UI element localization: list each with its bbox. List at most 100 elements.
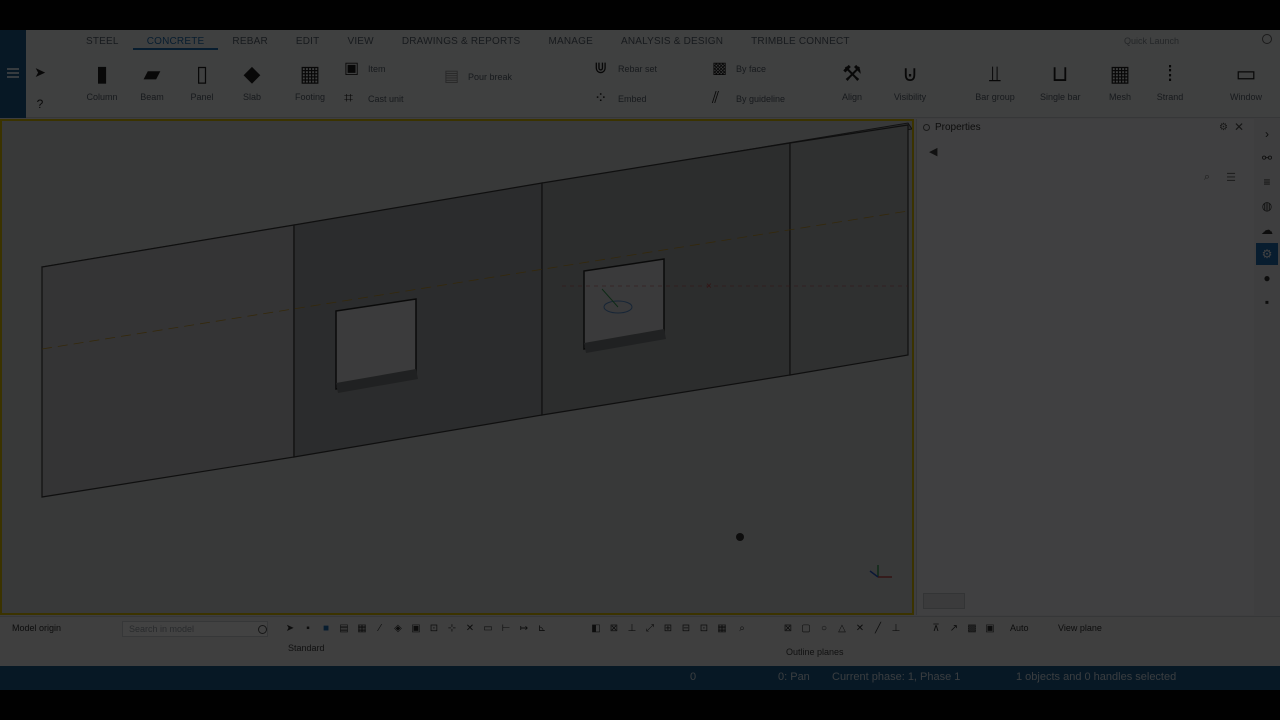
cloud-icon[interactable]: ☁ xyxy=(1256,219,1278,241)
snap-triangle-icon[interactable]: △ xyxy=(836,623,848,635)
pour-break-button[interactable]: ▤ Pour break xyxy=(444,66,564,90)
tab-steel[interactable]: STEEL xyxy=(72,34,133,50)
back-arrow-icon[interactable]: ◀ xyxy=(929,145,937,158)
tab-manage[interactable]: MANAGE xyxy=(534,34,607,50)
snap-pierce-icon[interactable]: ⊡ xyxy=(698,623,710,635)
model-view-svg[interactable]: × xyxy=(2,121,912,613)
longitudinal-button[interactable]: ⁘ Embed xyxy=(594,88,694,112)
select-points-icon[interactable]: ⊹ xyxy=(446,623,458,635)
slab-button[interactable]: ◆ Slab xyxy=(232,58,272,114)
file-menu-button[interactable] xyxy=(0,30,26,118)
snap-rect-icon[interactable]: ▢ xyxy=(800,623,812,635)
by-guideline-button[interactable]: ⫽ By guideline xyxy=(712,88,812,112)
select-objects-icon[interactable]: ■ xyxy=(320,623,332,635)
search-icon[interactable]: ⌕ xyxy=(1204,171,1210,184)
snap-ref-icon[interactable]: ◧ xyxy=(590,623,602,635)
snap-square-icon[interactable]: ⊠ xyxy=(782,623,794,635)
select-pointer-button[interactable]: ➤ xyxy=(30,56,50,80)
snap-lines-icon[interactable]: ⊢ xyxy=(500,623,512,635)
zoom-icon[interactable]: ⌕ xyxy=(736,623,748,635)
globe-icon[interactable]: ◍ xyxy=(1256,195,1278,217)
column-button[interactable]: ▮ Column xyxy=(82,58,122,114)
tab-trimble-connect[interactable]: TRIMBLE CONNECT xyxy=(737,34,864,50)
apps-icon[interactable]: ▪ xyxy=(1256,291,1278,313)
wall-panel-3[interactable] xyxy=(541,142,791,416)
layers-icon[interactable]: ≡ xyxy=(1256,171,1278,193)
snap-extension-icon[interactable]: ▦ xyxy=(716,623,728,635)
search-in-model-input[interactable]: Search in model xyxy=(122,621,268,637)
expand-icon[interactable]: › xyxy=(1256,123,1278,145)
select-rebar-icon[interactable]: ⁄ xyxy=(374,623,386,635)
view-plane-select[interactable]: View plane xyxy=(1058,623,1102,633)
link-icon[interactable]: ⚯ xyxy=(1256,147,1278,169)
snap-free-icon[interactable]: ⊞ xyxy=(662,623,674,635)
item-button[interactable]: ▣ Item xyxy=(344,58,434,82)
rebar-set-button[interactable]: ⋓ Rebar set xyxy=(594,58,694,82)
visibility-button[interactable]: ⊍ Visibility xyxy=(890,58,930,114)
select-parts-icon[interactable]: ▪ xyxy=(302,623,314,635)
search-icon[interactable] xyxy=(1262,34,1272,44)
strand-button[interactable]: ⁞ Strand xyxy=(1150,58,1190,114)
bar-group-button[interactable]: ⫫ Bar group xyxy=(970,58,1020,114)
snap-intersect-icon[interactable]: ⊠ xyxy=(608,623,620,635)
wall-panel-2[interactable] xyxy=(293,182,543,458)
wall-panel-4[interactable] xyxy=(789,124,909,376)
pointer-icon: ➤ xyxy=(34,64,46,80)
snap-plane-icon[interactable]: ⊼ xyxy=(930,623,942,635)
snap-end-icon[interactable]: ↦ xyxy=(518,623,530,635)
status-selection: 1 objects and 0 handles selected xyxy=(1016,671,1177,683)
wall-panel-1[interactable] xyxy=(41,224,295,498)
snap-cross-icon[interactable]: ✕ xyxy=(854,623,866,635)
window-button[interactable]: ▭ Window xyxy=(1226,58,1266,114)
single-bar-button[interactable]: ⊔ Single bar xyxy=(1040,58,1081,114)
help-pointer-button[interactable]: ? xyxy=(30,88,50,111)
select-welds-icon[interactable]: ◈ xyxy=(392,623,404,635)
tab-rebar[interactable]: REBAR xyxy=(218,34,281,50)
tab-edit[interactable]: EDIT xyxy=(282,34,334,50)
snap-block-icon[interactable]: ▩ xyxy=(966,623,978,635)
snap-grid-icon[interactable]: ⊟ xyxy=(680,623,692,635)
tab-drawings-reports[interactable]: DRAWINGS & REPORTS xyxy=(388,34,535,50)
panel-button[interactable]: ▯ Panel xyxy=(182,58,222,114)
snap-mid-icon[interactable]: ⊾ xyxy=(536,623,548,635)
snap-line-icon[interactable]: ╱ xyxy=(872,623,884,635)
model-viewport[interactable]: × xyxy=(0,119,914,615)
align-button[interactable]: ⚒ Align xyxy=(832,58,872,114)
settings-standard-select[interactable]: Standard xyxy=(288,643,325,653)
outline-planes-select[interactable]: Outline planes xyxy=(786,647,844,657)
snap-circle-icon[interactable]: ○ xyxy=(818,623,830,635)
point-marker[interactable] xyxy=(736,533,744,541)
list-icon[interactable]: ☰ xyxy=(1226,171,1236,184)
snap-arrow-icon[interactable]: ↗ xyxy=(948,623,960,635)
select-bolts-icon[interactable]: ▣ xyxy=(410,623,422,635)
select-cuts-icon[interactable]: ⊡ xyxy=(428,623,440,635)
auto-select[interactable]: Auto xyxy=(1010,623,1029,633)
eye-icon[interactable]: ● xyxy=(1256,267,1278,289)
modify-button[interactable] xyxy=(923,593,965,609)
select-planes-icon[interactable]: ✕ xyxy=(464,623,476,635)
tab-analysis-design[interactable]: ANALYSIS & DESIGN xyxy=(607,34,737,50)
mesh-button[interactable]: ▦ Mesh xyxy=(1100,58,1140,114)
select-components-icon[interactable]: ▭ xyxy=(482,623,494,635)
tab-view[interactable]: VIEW xyxy=(333,34,387,50)
select-all-icon[interactable]: ➤ xyxy=(284,623,296,635)
tab-concrete[interactable]: CONCRETE xyxy=(132,34,219,50)
status-current-phase[interactable]: Current phase: 1, Phase 1 xyxy=(832,671,960,683)
mesh-face-icon: ▩ xyxy=(712,60,728,77)
cast-unit-button[interactable]: ⌗ Cast unit xyxy=(344,88,434,112)
select-grid-icon[interactable]: ▦ xyxy=(356,623,368,635)
quick-launch-input[interactable]: Quick Launch xyxy=(1124,34,1254,48)
snap-nearest-icon[interactable]: ⤢ xyxy=(644,623,656,635)
by-face-button[interactable]: ▩ By face xyxy=(712,58,812,82)
close-icon[interactable]: ✕ xyxy=(1234,120,1244,134)
search-icon[interactable] xyxy=(258,625,267,634)
select-assembly-icon[interactable]: ▤ xyxy=(338,623,350,635)
model-origin-select[interactable]: Model origin xyxy=(12,623,61,633)
snap-dim-icon[interactable]: ⊥ xyxy=(890,623,902,635)
pin-icon[interactable]: ⚙ xyxy=(1219,122,1228,133)
beam-button[interactable]: ▰ Beam xyxy=(132,58,172,114)
gear-icon[interactable]: ⚙ xyxy=(1256,243,1278,265)
footing-button[interactable]: ▦ Footing xyxy=(290,58,330,114)
snap-perp-icon[interactable]: ⊥ xyxy=(626,623,638,635)
snap-box-icon[interactable]: ▣ xyxy=(984,623,996,635)
